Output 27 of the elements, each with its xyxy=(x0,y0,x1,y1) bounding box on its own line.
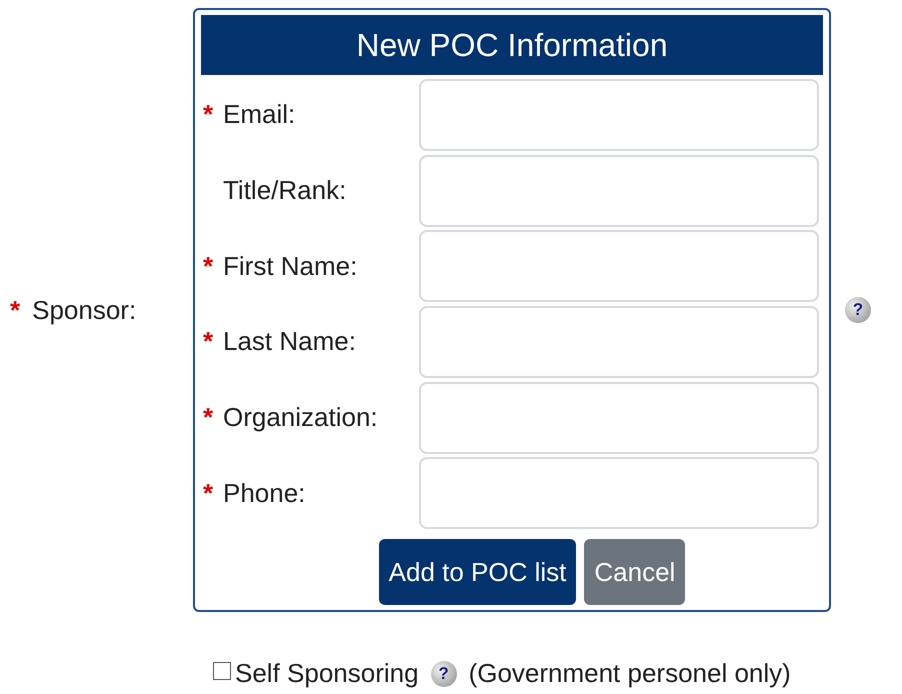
input-field[interactable] xyxy=(419,230,819,302)
field-label: First Name: xyxy=(223,250,358,282)
input-field[interactable] xyxy=(419,78,819,151)
input-field[interactable] xyxy=(419,457,819,530)
field-label: Last Name: xyxy=(223,326,356,358)
field-label: Organization: xyxy=(223,402,378,434)
panel-title: New POC Information xyxy=(201,15,823,75)
self-sponsoring-label: Self Sponsoring xyxy=(235,658,419,689)
input-field[interactable] xyxy=(419,382,819,454)
field-label: Email: xyxy=(223,99,296,130)
checkbox[interactable] xyxy=(213,662,231,680)
input-field[interactable] xyxy=(419,306,819,378)
sponsor-label: Sponsor: xyxy=(32,294,136,326)
add-button[interactable]: Add to POC list xyxy=(378,539,576,606)
input-field[interactable] xyxy=(419,154,819,226)
help-icon[interactable]: ? xyxy=(430,660,457,686)
help-icon[interactable]: ? xyxy=(845,297,871,323)
required-asterisk: * xyxy=(203,99,214,130)
cancel-button[interactable]: Cancel xyxy=(584,539,686,606)
required-asterisk: * xyxy=(10,294,20,326)
note-text: (Government personel only) xyxy=(468,658,791,689)
required-asterisk: * xyxy=(203,326,214,358)
field-label: Phone: xyxy=(223,478,306,509)
required-asterisk: * xyxy=(203,478,214,509)
field-label: Title/Rank: xyxy=(223,175,346,206)
required-asterisk: * xyxy=(203,402,214,434)
required-asterisk: * xyxy=(203,250,214,282)
